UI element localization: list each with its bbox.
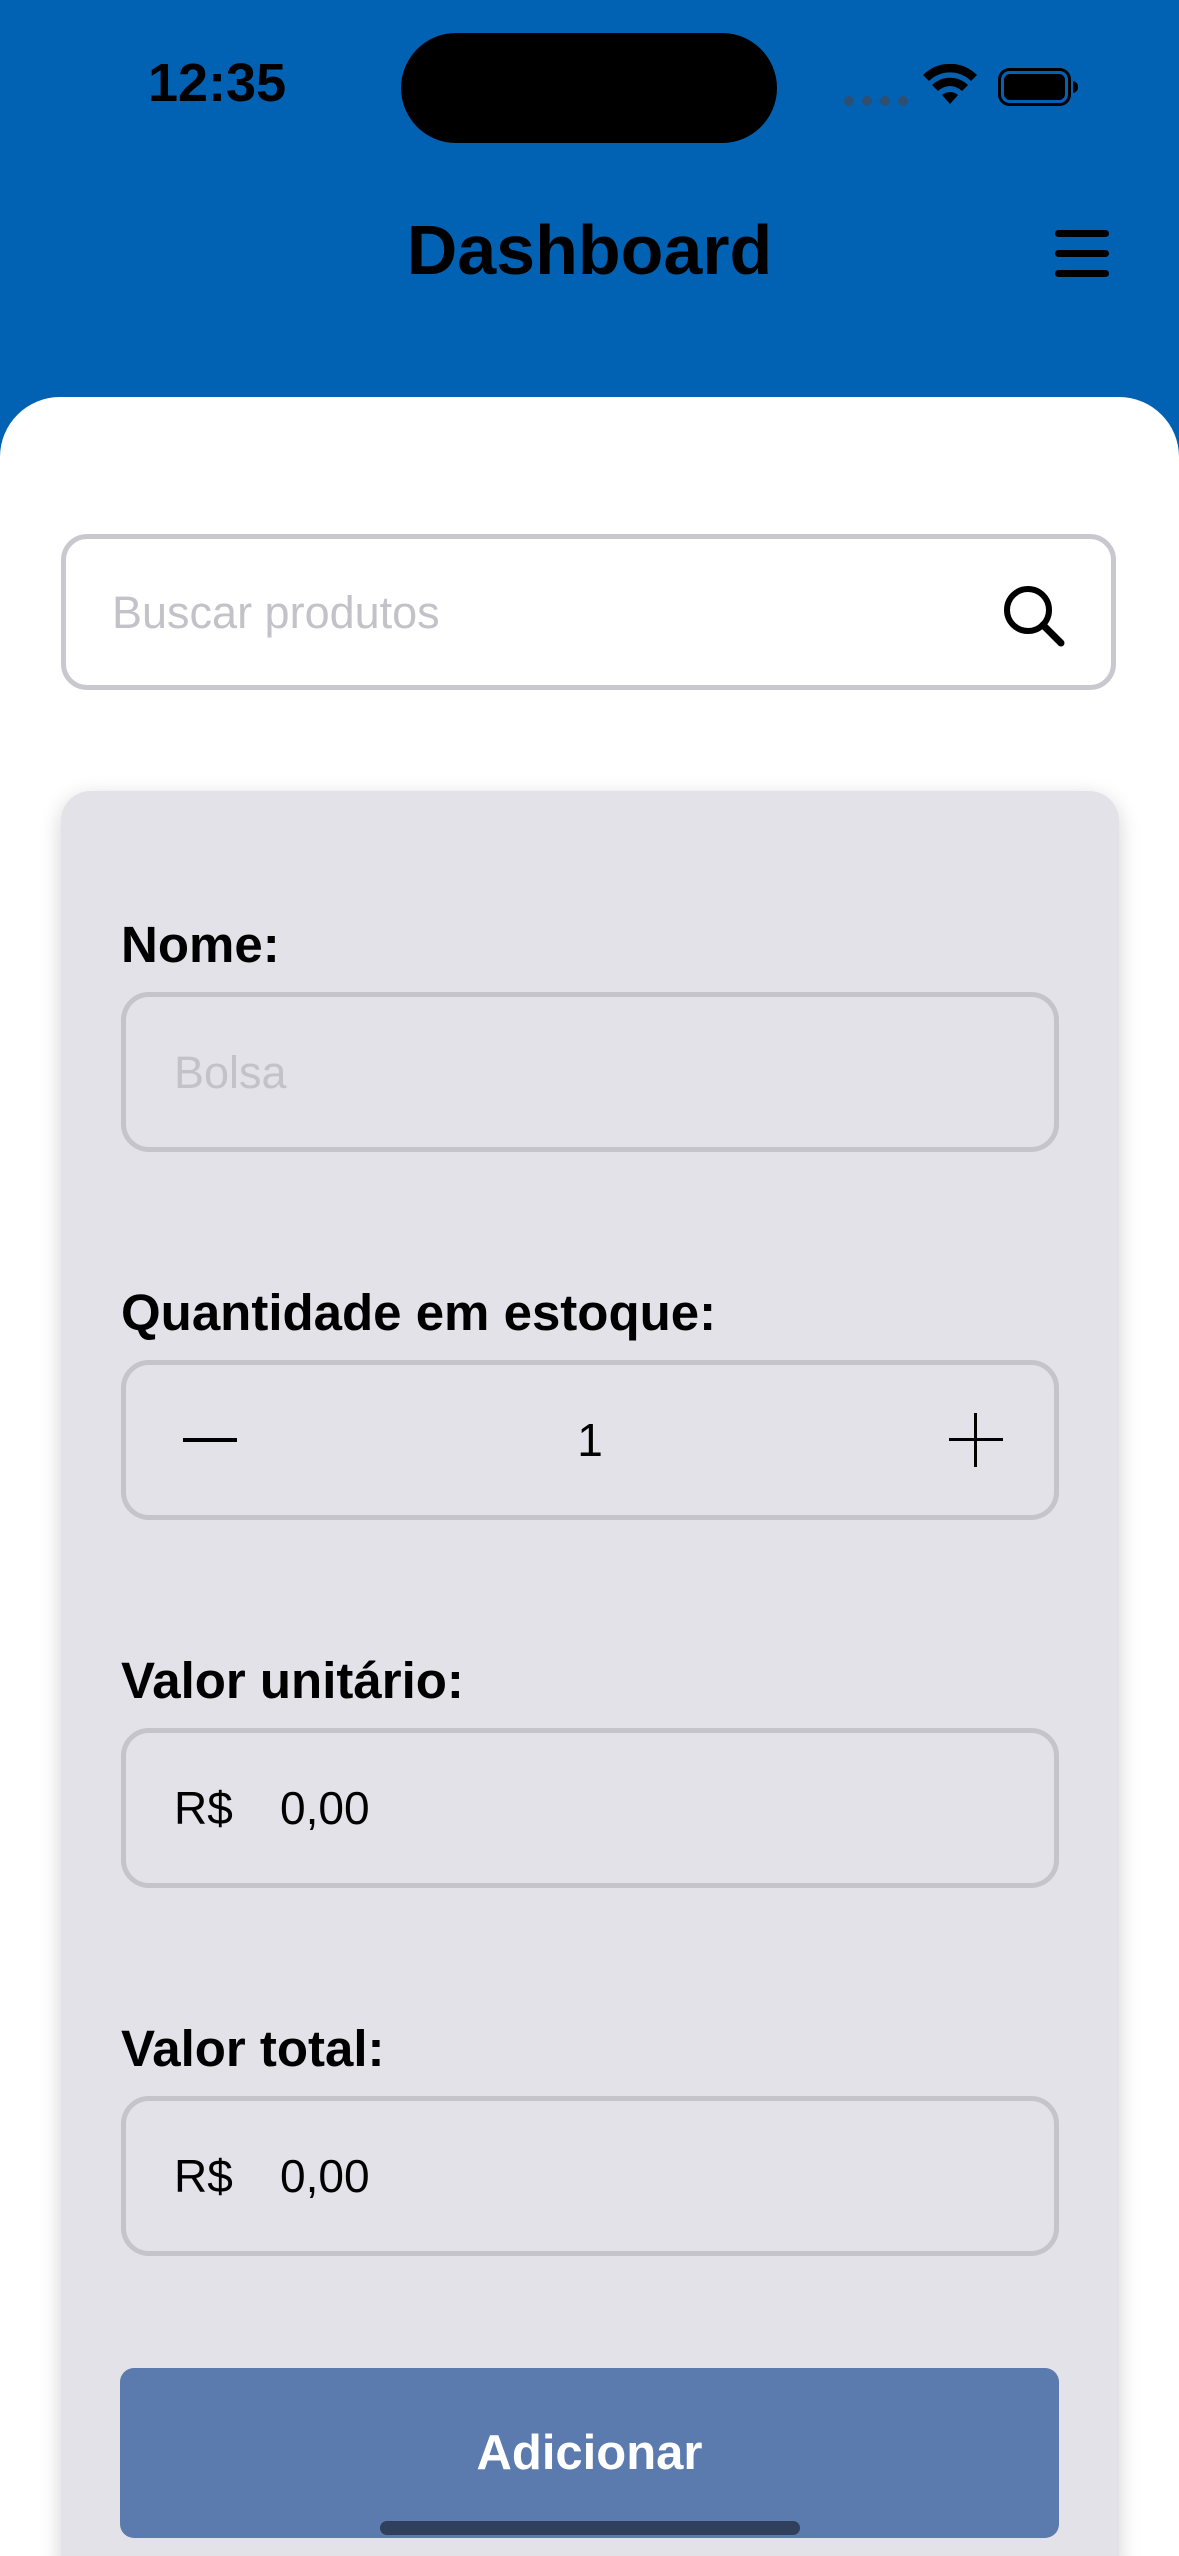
search-icon[interactable] xyxy=(1001,583,1067,649)
dynamic-island xyxy=(401,33,777,143)
hamburger-menu-icon[interactable] xyxy=(1052,228,1112,280)
currency-prefix: R$ xyxy=(174,1782,233,1834)
currency-prefix: R$ xyxy=(174,2150,233,2202)
status-time: 12:35 xyxy=(148,53,287,113)
cellular-signal-icon xyxy=(844,96,908,106)
add-button[interactable]: Adicionar xyxy=(120,2368,1059,2538)
page-title: Dashboard xyxy=(406,211,773,289)
unit-price-field[interactable]: R$ 0,00 xyxy=(121,1728,1059,1888)
plus-icon[interactable] xyxy=(946,1405,1006,1475)
battery-icon xyxy=(998,68,1078,106)
unit-price-label: Valor unitário: xyxy=(121,1652,464,1709)
home-indicator xyxy=(380,2521,800,2535)
quantity-label: Quantidade em estoque: xyxy=(121,1284,717,1341)
quantity-value[interactable]: 1 xyxy=(126,1413,1054,1467)
total-value: 0,00 xyxy=(280,2150,370,2202)
wifi-icon xyxy=(923,64,977,104)
name-label: Nome: xyxy=(121,916,280,973)
quantity-stepper: 1 xyxy=(121,1360,1059,1520)
name-input[interactable] xyxy=(172,997,1016,1149)
total-field: R$ 0,00 xyxy=(121,2096,1059,2256)
search-bar xyxy=(61,534,1116,690)
search-input[interactable] xyxy=(110,539,974,687)
dashboard-screen: 12:35 Dashboard Nome: Quantidade em esto… xyxy=(0,0,1179,2556)
total-label: Valor total: xyxy=(121,2020,385,2077)
name-field xyxy=(121,992,1059,1152)
unit-price-value[interactable]: 0,00 xyxy=(280,1781,370,1835)
